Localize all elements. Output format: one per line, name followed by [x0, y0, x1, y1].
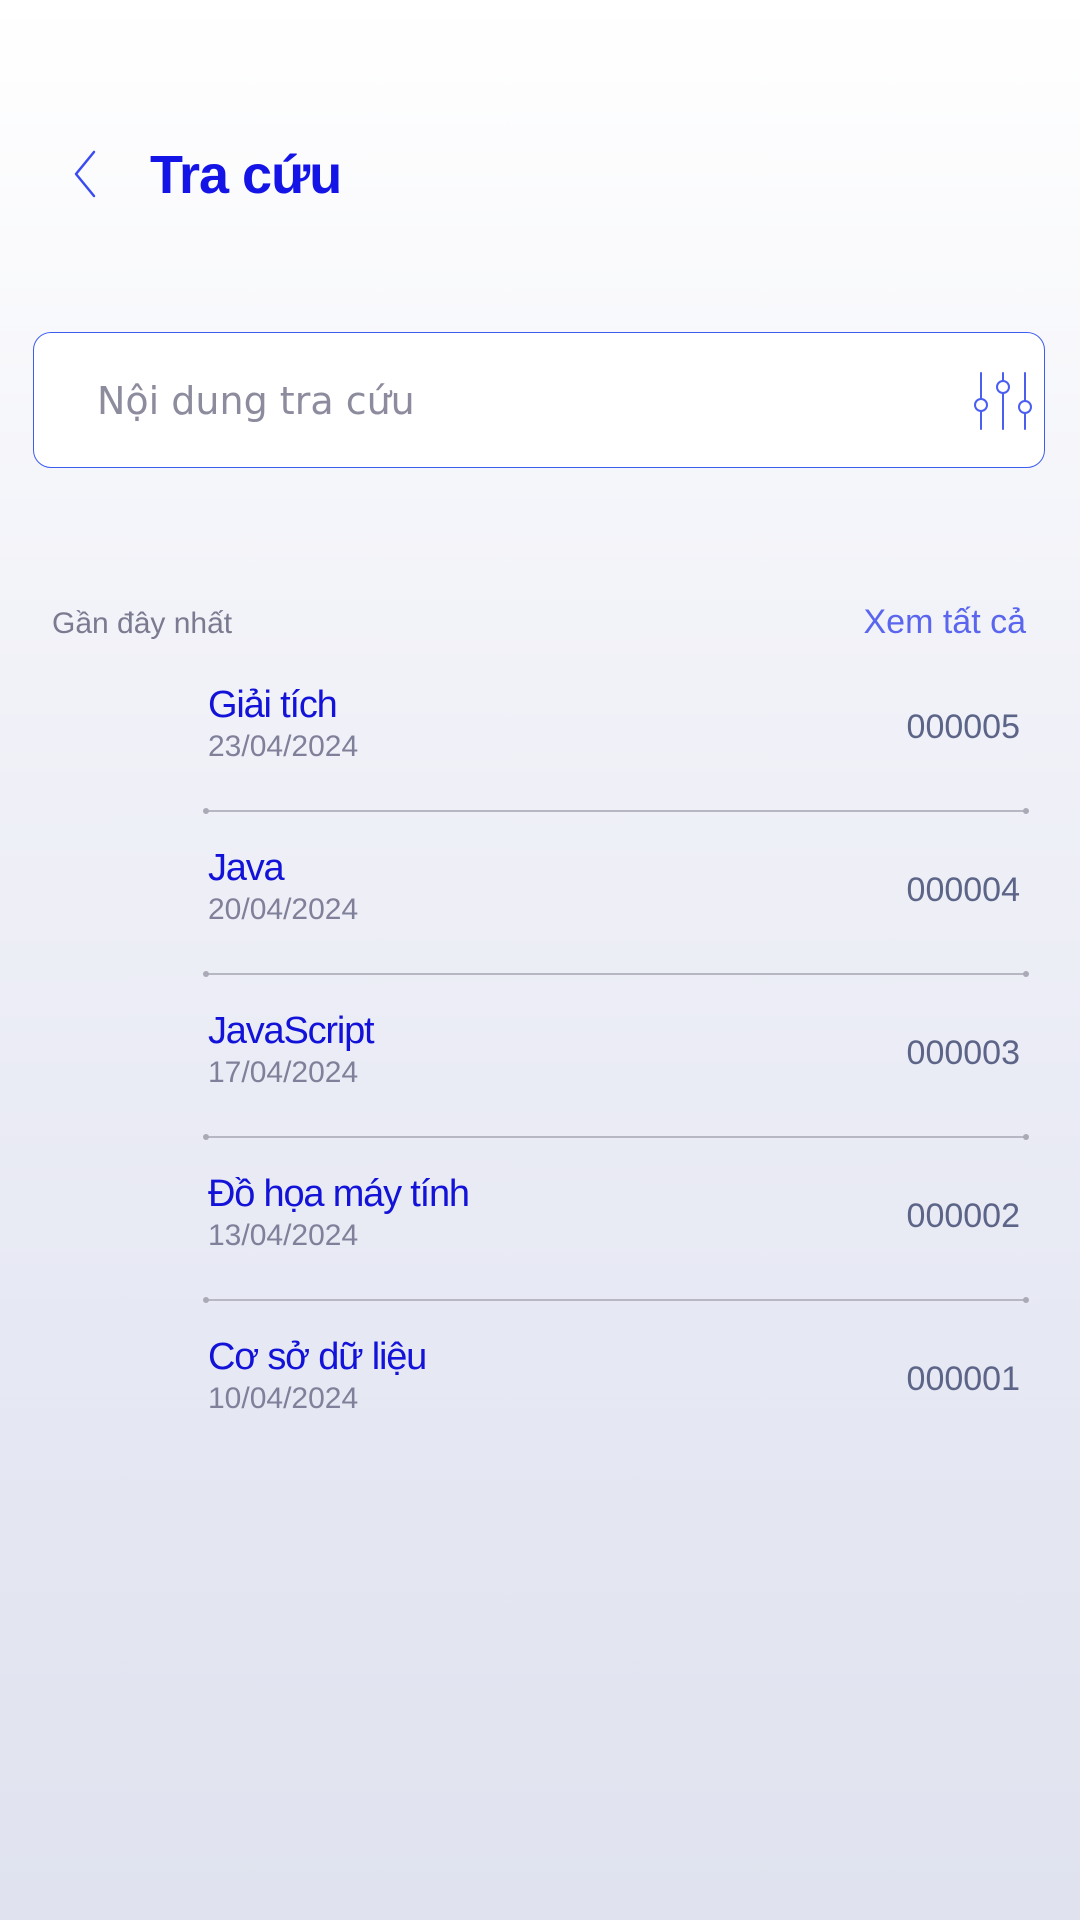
item-date: 20/04/2024 [208, 893, 359, 926]
search-input[interactable] [97, 363, 897, 439]
recent-section-label: Gần đây nhất [52, 607, 233, 640]
item-title: Đồ họa máy tính [208, 1173, 470, 1215]
item-date: 23/04/2024 [208, 730, 359, 763]
recent-list: Giải tích 23/04/2024 000005 Java 20/04/2… [0, 670, 1080, 1485]
list-item[interactable]: Đồ họa máy tính 13/04/2024 000002 [0, 1159, 1080, 1322]
item-date: 13/04/2024 [208, 1219, 359, 1252]
divider [203, 808, 1029, 814]
item-title: Cơ sở dữ liệu [208, 1336, 427, 1378]
divider [203, 1134, 1029, 1140]
item-date: 17/04/2024 [208, 1056, 359, 1089]
list-item[interactable]: Java 20/04/2024 000004 [0, 833, 1080, 996]
list-item[interactable]: JavaScript 17/04/2024 000003 [0, 996, 1080, 1159]
divider [203, 1297, 1029, 1303]
item-title: JavaScript [208, 1010, 375, 1052]
item-title: Java [208, 847, 285, 889]
item-date: 10/04/2024 [208, 1382, 359, 1415]
item-title: Giải tích [208, 684, 338, 726]
filter-button[interactable] [967, 369, 1033, 433]
list-item[interactable]: Giải tích 23/04/2024 000005 [0, 670, 1080, 833]
divider [203, 971, 1029, 977]
back-button[interactable] [58, 144, 118, 204]
app-header: Tra cứu [0, 130, 1080, 220]
item-code: 000001 [906, 1360, 1020, 1398]
item-code: 000003 [906, 1034, 1020, 1072]
see-all-link[interactable]: Xem tất cả [863, 600, 1026, 644]
sliders-icon [974, 372, 1032, 430]
search-box [33, 332, 1045, 468]
item-code: 000005 [906, 708, 1020, 746]
item-code: 000004 [906, 871, 1020, 909]
chevron-left-icon [74, 150, 96, 198]
page-title: Tra cứu [150, 145, 342, 205]
list-item[interactable]: Cơ sở dữ liệu 10/04/2024 000001 [0, 1322, 1080, 1485]
item-code: 000002 [906, 1197, 1020, 1235]
